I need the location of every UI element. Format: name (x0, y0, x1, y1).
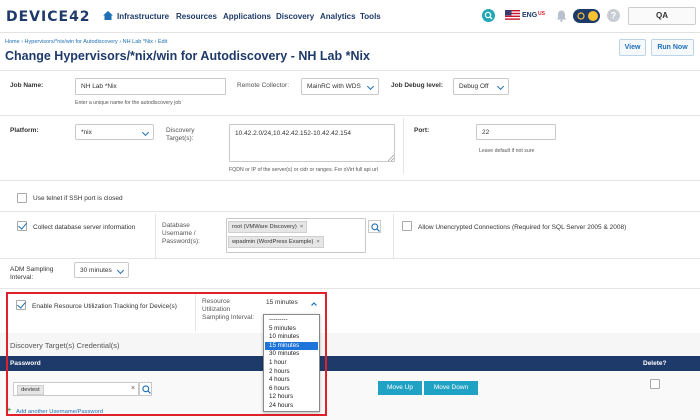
dropdown-option[interactable]: 30 minutes (265, 350, 318, 359)
svg-text:?: ? (611, 11, 617, 21)
nav-resources[interactable]: Resources (176, 12, 217, 21)
job-debug-value: Debug Off (459, 83, 489, 90)
db-credential-tag[interactable]: wpadmin (WordPress Example) × (228, 236, 324, 248)
resource-interval-dropdown[interactable]: --------- 5 minutes 10 minutes 15 minute… (263, 314, 320, 412)
divider (393, 214, 394, 258)
job-name-input[interactable]: NH Lab *Nix (75, 78, 226, 95)
dropdown-option[interactable]: 6 hours (265, 385, 318, 394)
nav-tools[interactable]: Tools (360, 12, 381, 21)
dropdown-option[interactable]: 12 hours (265, 393, 318, 402)
discovery-targets-textarea[interactable]: 10.42.2.0/24,10.42.42.152-10.42.42.154 (229, 124, 395, 162)
checkmark-icon (18, 220, 27, 230)
bell-icon[interactable] (556, 10, 567, 22)
home-icon[interactable] (103, 11, 113, 20)
delete-checkbox[interactable] (650, 379, 660, 389)
device42-logo[interactable]: DEVICE42 (6, 9, 91, 25)
help-icon[interactable]: ? (607, 9, 620, 22)
breadcrumb[interactable]: Home › Hypervisors/*nix/win for Autodisc… (5, 39, 167, 45)
divider (0, 180, 700, 181)
collect-db-label: Collect database server information (33, 224, 136, 231)
db-credentials-label: Database (162, 222, 190, 229)
divider (0, 70, 700, 71)
port-hint: Leave default if not sure (479, 148, 535, 154)
db-credential-tag-label: wpadmin (WordPress Example) (232, 239, 314, 245)
search-icon[interactable] (482, 9, 495, 22)
db-credentials-label-2: Username / (162, 230, 196, 237)
remove-tag-icon[interactable]: × (300, 224, 303, 230)
divider (0, 115, 700, 116)
platform-select[interactable]: *nix (75, 124, 154, 140)
remove-tag-icon[interactable]: × (316, 239, 319, 245)
search-icon (371, 223, 380, 232)
port-label: Port: (414, 127, 430, 134)
adm-interval-label: ADM Sampling (10, 266, 54, 273)
divider (0, 258, 700, 259)
nav-analytics[interactable]: Analytics (320, 12, 356, 21)
db-credentials-label-3: Password(s): (162, 238, 200, 245)
dropdown-option[interactable]: --------- (265, 316, 318, 325)
language-region: US (538, 11, 545, 17)
divider (155, 214, 156, 258)
nav-infrastructure[interactable]: Infrastructure (117, 12, 169, 21)
dropdown-option[interactable]: 1 hour (265, 359, 318, 368)
unencrypted-checkbox[interactable] (402, 221, 412, 231)
delete-column-header: Delete? (643, 360, 667, 367)
job-debug-label: Job Debug level: (391, 82, 444, 89)
language-code[interactable]: ENG (522, 12, 537, 19)
remote-collector-value: MainRC with WDS (307, 83, 361, 90)
divider (403, 118, 404, 174)
chevron-down-icon (496, 82, 505, 91)
dropdown-option[interactable]: 24 hours (265, 402, 318, 411)
unencrypted-label: Allow Unencrypted Connections (Required … (418, 224, 627, 231)
job-debug-select[interactable]: Debug Off (453, 78, 509, 95)
chevron-down-icon (366, 82, 375, 91)
telnet-label: Use telnet if SSH port is closed (33, 195, 123, 202)
dropdown-option[interactable]: 2 hours (265, 368, 318, 377)
run-now-button[interactable]: Run Now (651, 39, 694, 56)
remote-collector-label: Remote Collector: (237, 82, 290, 89)
top-navbar: DEVICE42 Infrastructure Resources Applic… (0, 0, 700, 33)
divider (0, 211, 700, 212)
chevron-down-icon (116, 266, 125, 275)
db-credentials-search-button[interactable] (368, 220, 381, 233)
db-credential-tag-label: root (VMWare Discovery) (232, 224, 297, 230)
chevron-down-icon (141, 128, 150, 137)
telnet-checkbox[interactable] (17, 193, 27, 203)
user-menu-button[interactable]: QA (628, 7, 696, 25)
dropdown-option[interactable]: 4 hours (265, 376, 318, 385)
remote-collector-select[interactable]: MainRC with WDS (301, 78, 379, 95)
collect-db-checkbox[interactable] (17, 220, 27, 231)
job-name-label: Job Name: (10, 82, 44, 89)
adm-interval-label-2: Interval: (10, 274, 34, 281)
db-credential-tag[interactable]: root (VMWare Discovery) × (228, 221, 308, 233)
dropdown-option[interactable]: 10 minutes (265, 333, 318, 342)
divider (0, 288, 700, 289)
port-input[interactable]: 22 (476, 124, 556, 140)
theme-toggle-icon[interactable] (573, 9, 600, 23)
nav-discovery[interactable]: Discovery (276, 12, 314, 21)
page-title: Change Hypervisors/*nix/win for Autodisc… (5, 49, 370, 63)
move-up-button[interactable]: Move Up (378, 381, 422, 395)
us-flag-icon (505, 10, 520, 20)
job-name-hint: Enter a unique name for the autodiscover… (75, 100, 182, 106)
discovery-targets-label: Discovery (166, 127, 195, 134)
platform-label: Platform: (10, 127, 39, 134)
discovery-targets-label-2: Target(s): (166, 135, 194, 142)
resize-handle-icon[interactable] (388, 155, 394, 161)
adm-interval-value: 30 minutes (80, 267, 112, 274)
dropdown-option-selected[interactable]: 15 minutes (265, 341, 318, 351)
adm-interval-select[interactable]: 30 minutes (74, 262, 129, 278)
view-button[interactable]: View (619, 39, 646, 56)
nav-applications[interactable]: Applications (223, 12, 271, 21)
move-down-button[interactable]: Move Down (424, 381, 478, 395)
discovery-targets-hint: FQDN or IP of the server(s) or cidr or r… (229, 167, 378, 173)
dropdown-option[interactable]: 5 minutes (265, 325, 318, 334)
platform-value: *nix (81, 129, 92, 136)
